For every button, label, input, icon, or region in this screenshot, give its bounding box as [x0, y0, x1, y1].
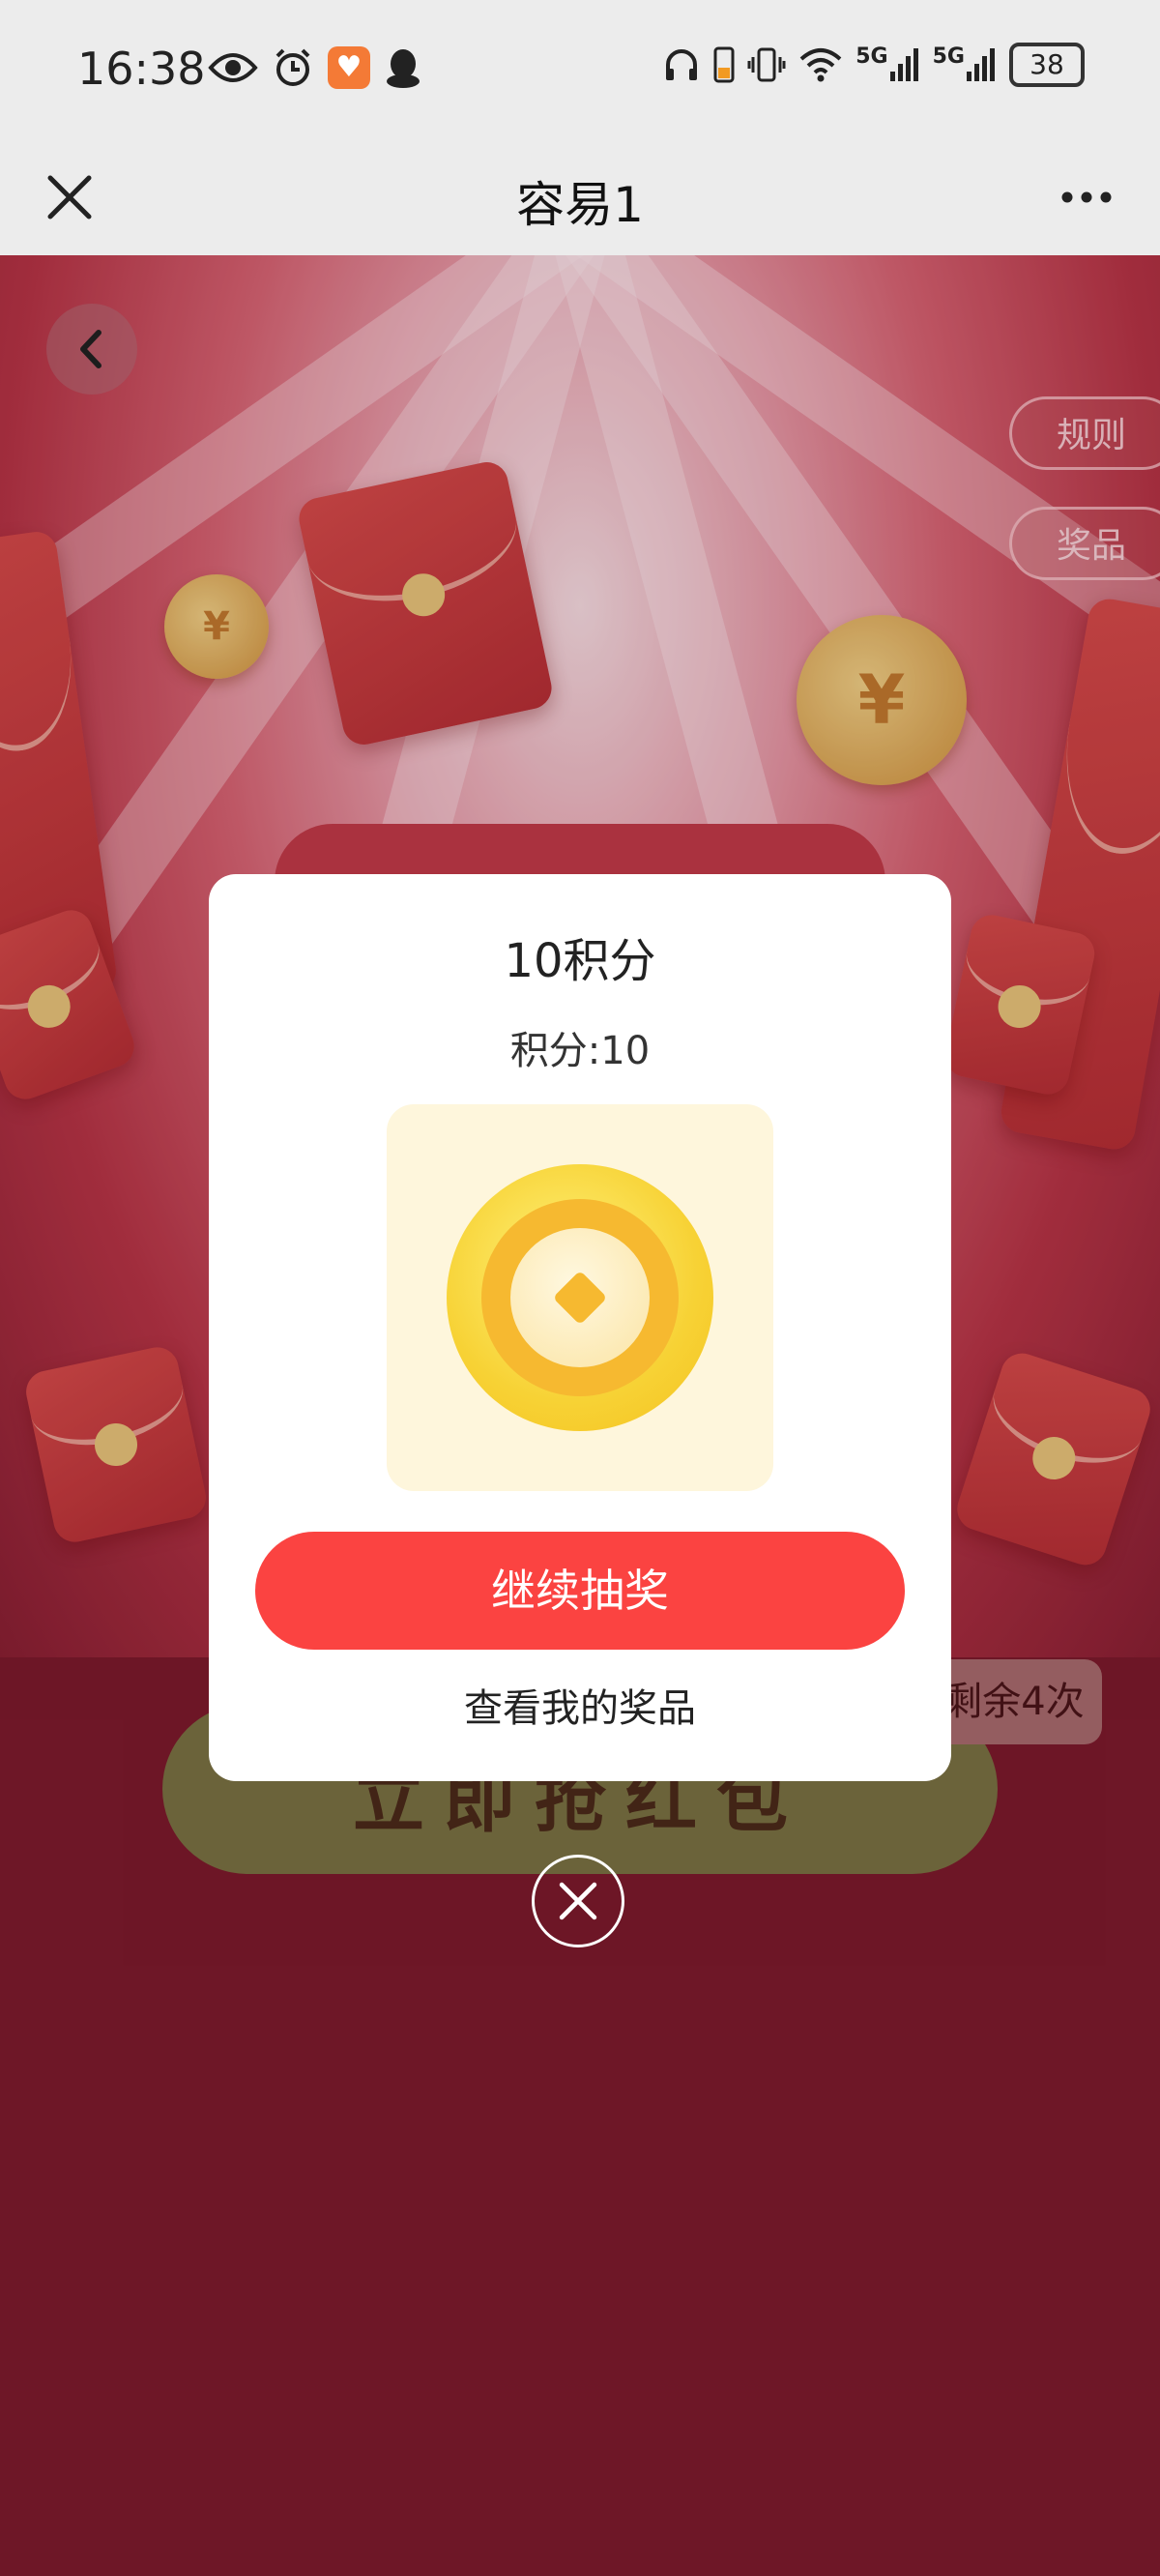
- signal-5g-icon: 5G: [933, 44, 998, 85]
- title-bar: 容易1: [0, 143, 1160, 255]
- signal-5g-icon: 5G: [856, 44, 920, 85]
- view-my-prizes-link[interactable]: 查看我的奖品: [209, 1677, 951, 1733]
- eye-icon: [208, 53, 258, 82]
- page-title: 容易1: [516, 177, 644, 233]
- headphones-icon: [666, 49, 698, 80]
- status-right-icons: 5G 5G 38: [662, 43, 1085, 87]
- app-badge-icon: ♥: [328, 46, 370, 89]
- status-bar: 16:38 ♥ 5G 5G 38: [0, 0, 1160, 143]
- wifi-icon: [799, 48, 842, 82]
- close-modal-icon[interactable]: [532, 1855, 624, 1947]
- prize-image: [387, 1104, 773, 1491]
- more-icon[interactable]: [1052, 162, 1121, 232]
- status-time: 16:38: [77, 43, 206, 95]
- prize-result-modal: 10积分 积分:10 继续抽奖 查看我的奖品: [209, 874, 951, 1781]
- status-left-icons: ♥: [208, 46, 422, 89]
- prize-points: 积分:10: [509, 1029, 651, 1073]
- gold-coin-icon: [447, 1164, 713, 1431]
- vibrate-icon: [747, 47, 786, 82]
- alarm-icon: [276, 48, 310, 86]
- battery-indicator: 38: [1009, 43, 1085, 87]
- qq-icon: [387, 49, 420, 88]
- continue-draw-button[interactable]: 继续抽奖: [255, 1532, 905, 1650]
- battery-saver-icon: [713, 46, 735, 83]
- prize-title: 10积分: [504, 934, 656, 988]
